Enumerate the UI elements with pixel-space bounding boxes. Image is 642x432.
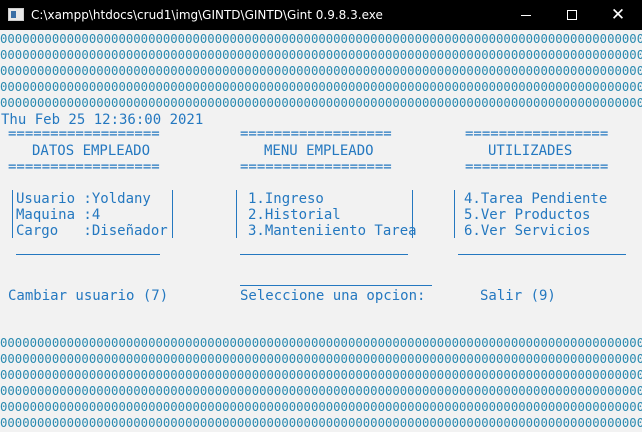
minimize-button[interactable] [503,0,549,30]
menu-underline [240,254,408,255]
util-underline [458,254,626,255]
pattern-row: 0000000000000000000000000000000000000000… [0,64,642,78]
pattern-row: 0000000000000000000000000000000000000000… [0,384,642,398]
select-option-prompt: Seleccione una opcion: [240,288,426,304]
menu-title: MENU EMPLEADO [264,143,374,159]
datos-line-maquina: Maquina :4 [16,207,101,223]
util-option-4: 4.Tarea Pendiente [464,191,608,207]
title-bar: C:\xampp\htdocs\crud1\img\GINTD\GINTD\Gi… [0,0,642,30]
util-box-left-border [454,190,455,238]
maximize-button[interactable] [549,0,595,30]
pattern-row: 0000000000000000000000000000000000000000… [0,368,642,382]
console-app-icon [8,8,24,21]
datos-box-left-border [12,190,13,238]
util-option-5: 5.Ver Productos [464,207,591,223]
menu-box-left-border [236,190,237,238]
datos-rule-bottom: ================== [8,159,160,175]
input-underline [240,285,432,286]
util-rule-top: ================= [465,126,609,142]
datos-underline [16,254,160,255]
datos-title: DATOS EMPLEADO [32,143,151,159]
util-title: UTILIZADES [488,143,573,159]
menu-option-2: 2.Historial [248,207,341,223]
util-rule-bottom: ================= [465,159,609,175]
pattern-row: 0000000000000000000000000000000000000000… [0,48,642,62]
pattern-row: 0000000000000000000000000000000000000000… [0,96,642,110]
cambiar-usuario-option: Cambiar usuario (7) [8,288,169,304]
datos-box-right-border [172,190,173,238]
util-option-6: 6.Ver Servicios [464,223,591,239]
pattern-row: 0000000000000000000000000000000000000000… [0,336,642,350]
close-button[interactable]: ✕ [595,0,641,30]
pattern-row: 0000000000000000000000000000000000000000… [0,352,642,366]
window-title: C:\xampp\htdocs\crud1\img\GINTD\GINTD\Gi… [31,8,383,22]
salir-option: Salir (9) [480,288,556,304]
menu-option-1: 1.Ingreso [248,191,324,207]
datos-rule-top: ================== [8,126,160,142]
pattern-row: 0000000000000000000000000000000000000000… [0,400,642,414]
datos-line-cargo: Cargo :Diseñador [16,223,168,239]
console-area[interactable]: 0000000000000000000000000000000000000000… [0,30,642,432]
menu-option-3: 3.Manteniiento Tarea [248,223,417,239]
menu-rule-bottom: ================== [240,159,392,175]
pattern-row: 0000000000000000000000000000000000000000… [0,80,642,94]
pattern-row: 0000000000000000000000000000000000000000… [0,416,642,430]
menu-rule-top: ================== [240,126,392,142]
datos-line-usuario: Usuario :Yoldany [16,191,151,207]
pattern-row: 0000000000000000000000000000000000000000… [0,32,642,46]
